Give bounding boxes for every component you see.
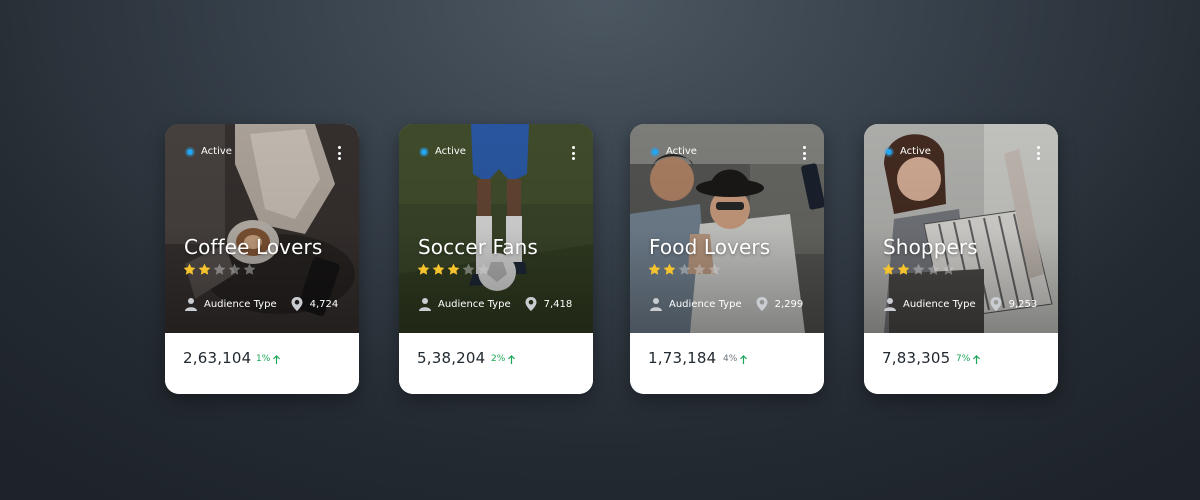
card-stats: 2,63,104 1% [165,333,359,394]
star-empty-icon [243,263,256,275]
change-value: 4% [723,354,738,364]
star-filled-icon [648,263,661,275]
star-empty-icon [693,263,706,275]
star-filled-icon [417,263,430,275]
status-dot-icon [421,148,427,155]
status-label: Active [435,146,466,157]
arrow-up-icon [273,354,281,364]
change-indicator: 7% [956,354,981,364]
more-vertical-icon[interactable] [567,146,579,160]
location-count: 7,418 [543,298,573,310]
change-value: 2% [491,354,506,364]
card-stats: 7,83,305 7% [864,333,1058,394]
card-title: Shoppers [883,235,978,259]
star-rating [648,263,721,276]
user-icon [884,298,896,311]
star-filled-icon [198,263,211,275]
status-indicator: Active [187,146,232,157]
status-dot-icon [886,148,892,155]
audience-type-label: Audience Type [204,298,277,310]
user-icon [185,298,197,311]
map-pin-icon [525,297,537,311]
audience-card-soccer-fans[interactable]: Active Soccer Fans Audience Type 7,418 5… [399,124,593,394]
map-pin-icon [990,297,1002,311]
change-indicator: 1% [256,354,281,364]
change-indicator: 4% [723,354,748,364]
star-empty-icon [213,263,226,275]
status-dot-icon [652,148,658,155]
status-label: Active [666,146,697,157]
status-label: Active [201,146,232,157]
audience-count: 7,83,305 [882,349,951,367]
card-title: Food Lovers [649,235,771,259]
audience-type-label: Audience Type [903,298,976,310]
star-empty-icon [708,263,721,275]
star-filled-icon [663,263,676,275]
audience-count: 2,63,104 [183,349,252,367]
status-indicator: Active [886,146,931,157]
star-rating [882,263,955,276]
star-filled-icon [897,263,910,275]
location-count: 2,299 [774,298,804,310]
card-stats: 1,73,184 4% [630,333,824,394]
location-count: 4,724 [309,298,339,310]
card-title: Soccer Fans [418,235,538,259]
star-filled-icon [183,263,196,275]
star-empty-icon [912,263,925,275]
card-meta: Audience Type 4,724 [184,297,338,311]
card-meta: Audience Type 2,299 [649,297,803,311]
audience-type-label: Audience Type [669,298,742,310]
star-rating [183,263,256,276]
card-stats: 5,38,204 2% [399,333,593,394]
card-title: Coffee Lovers [184,235,323,259]
user-icon [419,298,431,311]
star-empty-icon [927,263,940,275]
status-dot-icon [187,148,193,155]
audience-cards: Active Coffee Lovers Audience Type 4,724… [165,124,1065,394]
change-value: 1% [256,354,271,364]
card-meta: Audience Type 9,253 [883,297,1037,311]
star-empty-icon [942,263,955,275]
status-label: Active [900,146,931,157]
location-count: 9,253 [1008,298,1038,310]
map-pin-icon [291,297,303,311]
more-vertical-icon[interactable] [333,146,345,160]
audience-card-coffee-lovers[interactable]: Active Coffee Lovers Audience Type 4,724… [165,124,359,394]
audience-card-food-lovers[interactable]: Active Food Lovers Audience Type 2,299 1… [630,124,824,394]
arrow-up-icon [973,354,981,364]
arrow-up-icon [508,354,516,364]
audience-card-shoppers[interactable]: Active Shoppers Audience Type 9,253 7,83… [864,124,1058,394]
audience-type-label: Audience Type [438,298,511,310]
star-empty-icon [477,263,490,275]
star-filled-icon [447,263,460,275]
star-empty-icon [678,263,691,275]
change-value: 7% [956,354,971,364]
star-filled-icon [432,263,445,275]
star-empty-icon [228,263,241,275]
star-rating [417,263,490,276]
audience-count: 5,38,204 [417,349,486,367]
more-vertical-icon[interactable] [1032,146,1044,160]
arrow-up-icon [740,354,748,364]
user-icon [650,298,662,311]
audience-count: 1,73,184 [648,349,717,367]
status-indicator: Active [652,146,697,157]
star-filled-icon [882,263,895,275]
more-vertical-icon[interactable] [798,146,810,160]
star-empty-icon [462,263,475,275]
map-pin-icon [756,297,768,311]
change-indicator: 2% [491,354,516,364]
status-indicator: Active [421,146,466,157]
card-meta: Audience Type 7,418 [418,297,572,311]
